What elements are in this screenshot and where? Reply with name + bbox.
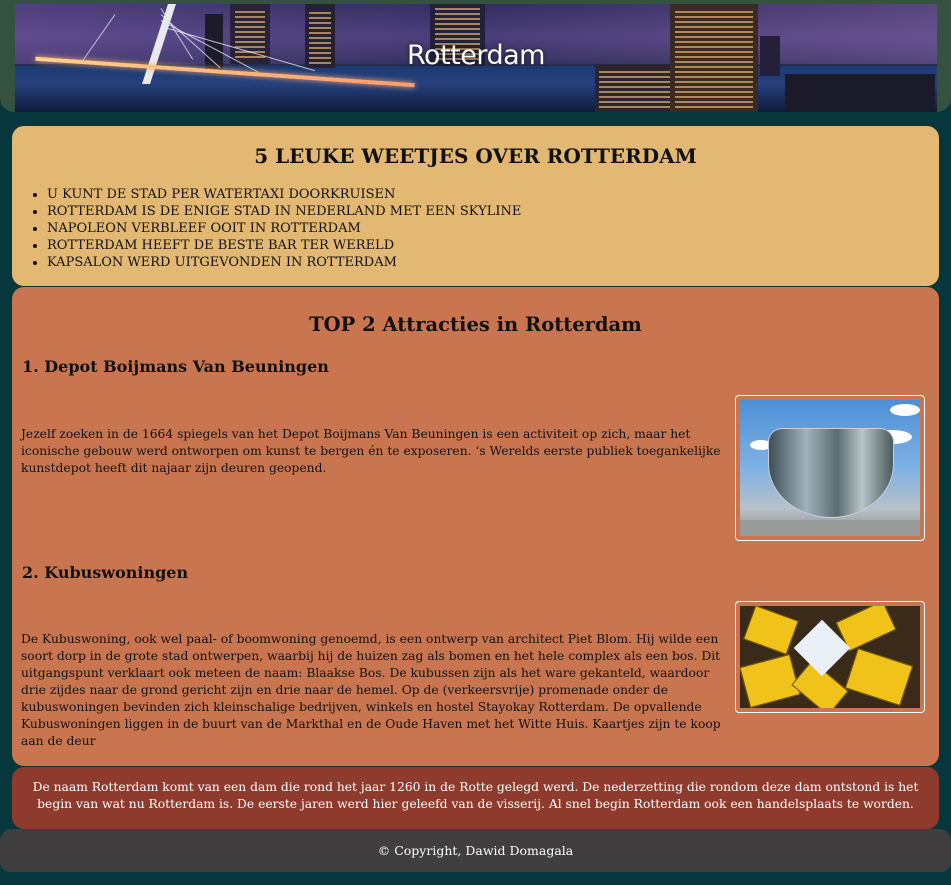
page-footer: © Copyright, Dawid Domagala: [0, 829, 951, 872]
banner-building-lights: [309, 10, 331, 64]
photo-ground: [740, 520, 920, 536]
attractions-heading: TOP 2 Attracties in Rotterdam: [309, 313, 642, 336]
fact-item: ROTTERDAM IS DE ENIGE STAD IN NEDERLAND …: [47, 203, 521, 220]
fact-item: KAPSALON WERD UITGEVONDEN IN ROTTERDAM: [47, 254, 521, 271]
photo-cloud: [890, 404, 920, 416]
banner-tower-lights: [675, 8, 753, 108]
attractions-section: TOP 2 Attracties in Rotterdam 1. Depot B…: [12, 287, 939, 766]
facts-section: 5 LEUKE WEETJES OVER ROTTERDAM U KUNT DE…: [12, 126, 939, 286]
depot-boijmans-image: [735, 395, 925, 541]
banner-building: [785, 74, 935, 112]
cube-house: [743, 606, 799, 655]
cube-house: [740, 653, 801, 708]
banner-building: [760, 36, 780, 76]
attraction-title-depot: 1. Depot Boijmans Van Beuningen: [22, 357, 329, 376]
banner-building-lights: [599, 68, 671, 108]
fact-item: ROTTERDAM HEEFT DE BESTE BAR TER WERELD: [47, 237, 521, 254]
depot-building: [768, 428, 894, 518]
attraction-text-kubus: De Kubuswoning, ook wel paal- of boomwon…: [21, 632, 721, 748]
about-text: De naam Rotterdam komt van een dam die r…: [32, 780, 919, 811]
attraction-title-kubus: 2. Kubuswoningen: [22, 563, 189, 582]
page-header: Rotterdam: [0, 0, 951, 112]
cube-house: [844, 648, 914, 706]
banner-title: Rotterdam: [407, 40, 545, 71]
fact-item: NAPOLEON VERBLEEF OOIT IN ROTTERDAM: [47, 220, 521, 237]
rotterdam-banner-image: Rotterdam: [15, 4, 937, 112]
kubuswoningen-image: [735, 601, 925, 713]
copyright-text: © Copyright, Dawid Domagala: [377, 843, 574, 858]
attraction-text-depot: Jezelf zoeken in de 1664 spiegels van he…: [21, 427, 721, 475]
depot-photo: [740, 400, 920, 536]
facts-list: U KUNT DE STAD PER WATERTAXI DOORKRUISEN…: [12, 186, 521, 271]
facts-heading: 5 LEUKE WEETJES OVER ROTTERDAM: [254, 144, 697, 168]
about-section: De naam Rotterdam komt van een dam die r…: [12, 767, 939, 829]
fact-item: U KUNT DE STAD PER WATERTAXI DOORKRUISEN: [47, 186, 521, 203]
kubus-photo: [740, 606, 920, 708]
banner-building-lights: [235, 8, 265, 58]
